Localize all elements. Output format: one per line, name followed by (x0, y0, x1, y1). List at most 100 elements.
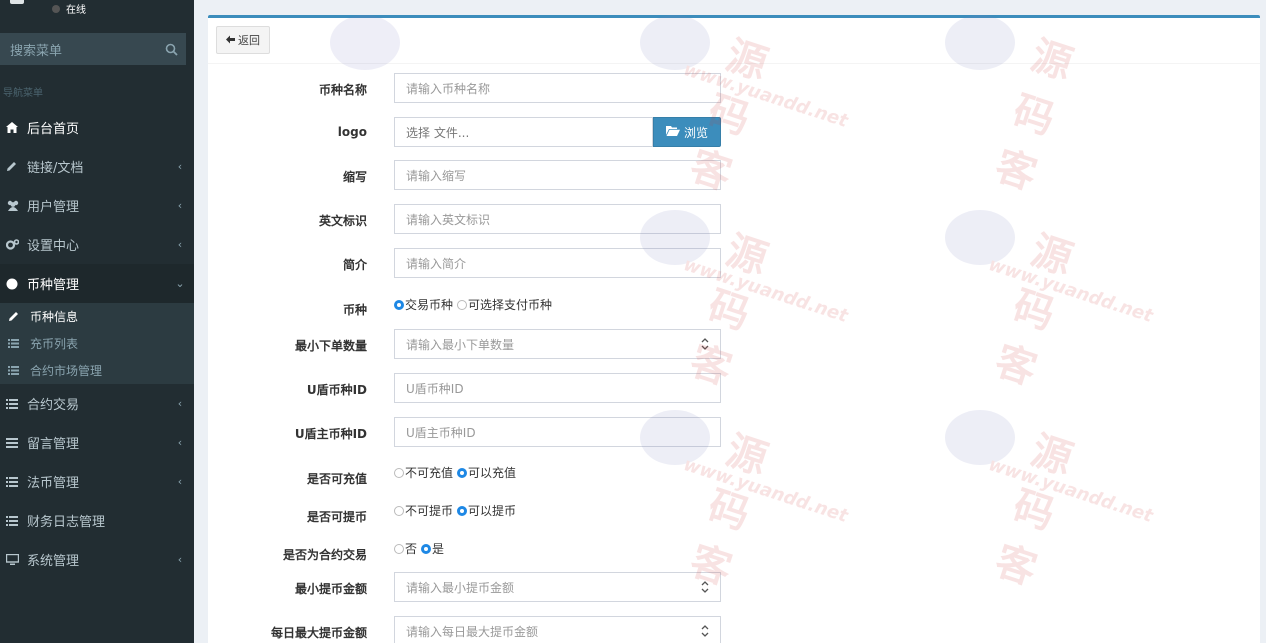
nav-header: 导航菜单 (3, 88, 43, 99)
circle-icon (6, 278, 22, 290)
pencil-icon (6, 161, 22, 172)
radio-no-withdraw[interactable] (394, 505, 404, 516)
recharge-radios: 不可充值 可以充值 (394, 464, 520, 481)
currency-type-label: 币种 (342, 303, 367, 317)
daily-max-withdraw-label: 每日最大提币金额 (270, 626, 367, 640)
submenu-item-deposit-list[interactable]: 充币列表 (0, 330, 194, 357)
min-order-placeholder: 请输入最小下单数量 (406, 337, 515, 352)
user-panel: 在线 (0, 0, 194, 30)
radio-allow-withdraw-label[interactable]: 可以提币 (468, 502, 516, 519)
english-id-input[interactable]: 请输入英文标识 (394, 204, 721, 234)
form-toolbar: 返回 (208, 18, 1260, 64)
sidebar-item-label: 后台首页 (27, 122, 80, 137)
intro-input[interactable]: 请输入简介 (394, 248, 721, 278)
min-order-label: 最小下单数量 (294, 339, 367, 353)
sidebar-item-currency[interactable]: 币种管理 ⌄ (0, 264, 194, 303)
bars-icon (6, 437, 22, 448)
sidebar-item-label: 系统管理 (27, 554, 80, 569)
sidebar-item-messages[interactable]: 留言管理 ‹ (0, 423, 194, 462)
status-text: 在线 (66, 5, 86, 16)
abbreviation-input[interactable]: 请输入缩写 (394, 160, 721, 190)
radio-trading-currency[interactable] (394, 299, 404, 310)
logo-file-input[interactable]: 选择 文件... (394, 117, 653, 147)
sidebar-item-label: 合约交易 (27, 398, 80, 413)
sidebar-item-users[interactable]: 用户管理 ‹ (0, 186, 194, 225)
radio-no-recharge-label[interactable]: 不可充值 (405, 464, 453, 481)
udun-id-placeholder: U盾币种ID (406, 381, 464, 396)
intro-placeholder: 请输入简介 (406, 256, 467, 271)
home-icon (6, 122, 22, 133)
intro-label: 简介 (342, 258, 367, 272)
radio-no-withdraw-label[interactable]: 不可提币 (405, 502, 453, 519)
chevron-left-icon: ‹ (177, 238, 183, 251)
search-placeholder: 搜索菜单 (10, 43, 63, 59)
udun-id-input[interactable]: U盾币种ID (394, 373, 721, 403)
radio-contract-yes[interactable] (421, 543, 432, 554)
min-withdraw-placeholder: 请输入最小提币金额 (406, 580, 515, 595)
radio-trading-currency-label[interactable]: 交易币种 (405, 296, 453, 313)
sidebar-item-label: 法币管理 (27, 476, 80, 491)
chevron-left-icon: ‹ (177, 553, 183, 566)
radio-contract-yes-label[interactable]: 是 (432, 540, 444, 557)
browse-button-label: 浏览 (683, 125, 708, 140)
withdraw-label: 是否可提币 (306, 510, 367, 524)
sidebar-item-finance-log[interactable]: 财务日志管理 (0, 501, 194, 540)
radio-payment-currency-label[interactable]: 可选择支付币种 (468, 296, 552, 313)
list-icon (8, 339, 22, 348)
daily-max-withdraw-placeholder: 请输入每日最大提币金额 (406, 624, 539, 639)
search-icon[interactable] (156, 43, 186, 56)
sidebar-item-links-docs[interactable]: 链接/文档 ‹ (0, 147, 194, 186)
list-icon (6, 515, 22, 526)
sidebar-item-fiat[interactable]: 法币管理 ‹ (0, 462, 194, 501)
logo-label: logo (337, 125, 367, 139)
folder-open-icon (665, 125, 680, 139)
submenu-item-currency-info[interactable]: 币种信息 (0, 303, 194, 330)
sidebar-item-system[interactable]: 系统管理 ‹ (0, 540, 194, 579)
abbreviation-label: 缩写 (342, 170, 367, 184)
recharge-label: 是否可充值 (306, 472, 367, 486)
submenu-item-label: 币种信息 (30, 310, 79, 324)
min-withdraw-input[interactable]: 请输入最小提币金额 (394, 572, 721, 602)
radio-contract-no-label[interactable]: 否 (405, 540, 417, 557)
currency-submenu: 币种信息 充币列表 合约市场管理 (0, 303, 194, 384)
chevron-down-icon: ⌄ (175, 277, 185, 290)
currency-name-label: 币种名称 (318, 83, 367, 97)
sidebar-item-contract-trading[interactable]: 合约交易 ‹ (0, 384, 194, 423)
sidebar-item-settings[interactable]: 设置中心 ‹ (0, 225, 194, 264)
browse-button[interactable]: 浏览 (653, 117, 721, 147)
desktop-icon (6, 554, 22, 565)
avatar[interactable] (10, 0, 24, 4)
udun-id-label: U盾币种ID (306, 383, 367, 397)
withdraw-radios: 不可提币 可以提币 (394, 502, 520, 519)
menu-search-input[interactable]: 搜索菜单 (0, 33, 186, 65)
sidebar-item-home[interactable]: 后台首页 (0, 108, 194, 147)
abbreviation-placeholder: 请输入缩写 (406, 168, 467, 183)
status-dot-icon (52, 4, 60, 13)
back-button[interactable]: 返回 (216, 26, 270, 54)
radio-allow-withdraw[interactable] (457, 505, 468, 516)
radio-allow-recharge-label[interactable]: 可以充值 (468, 464, 516, 481)
sidebar-item-label: 链接/文档 (27, 161, 84, 176)
chevron-left-icon: ‹ (177, 199, 183, 212)
radio-no-recharge[interactable] (394, 467, 404, 478)
number-stepper-icon[interactable] (700, 624, 710, 638)
submenu-item-contract-market[interactable]: 合约市场管理 (0, 357, 194, 384)
udun-main-id-input[interactable]: U盾主币种ID (394, 417, 721, 447)
radio-allow-recharge[interactable] (457, 467, 468, 478)
daily-max-withdraw-input[interactable]: 请输入每日最大提币金额 (394, 616, 721, 643)
min-order-input[interactable]: 请输入最小下单数量 (394, 329, 721, 359)
sidebar-item-label: 币种管理 (27, 278, 80, 293)
english-id-label: 英文标识 (318, 214, 367, 228)
logo-file-placeholder: 选择 文件... (406, 125, 470, 140)
submenu-item-label: 充币列表 (30, 337, 79, 351)
udun-main-id-label: U盾主币种ID (294, 427, 367, 441)
chevron-left-icon: ‹ (177, 475, 183, 488)
number-stepper-icon[interactable] (700, 580, 710, 594)
chevron-left-icon: ‹ (177, 436, 183, 449)
currency-name-input[interactable]: 请输入币种名称 (394, 73, 721, 103)
radio-payment-currency[interactable] (457, 299, 468, 310)
radio-contract-no[interactable] (394, 543, 404, 554)
number-stepper-icon[interactable] (700, 337, 710, 351)
min-withdraw-label: 最小提币金额 (294, 582, 367, 596)
contract-radios: 否 是 (394, 540, 448, 557)
